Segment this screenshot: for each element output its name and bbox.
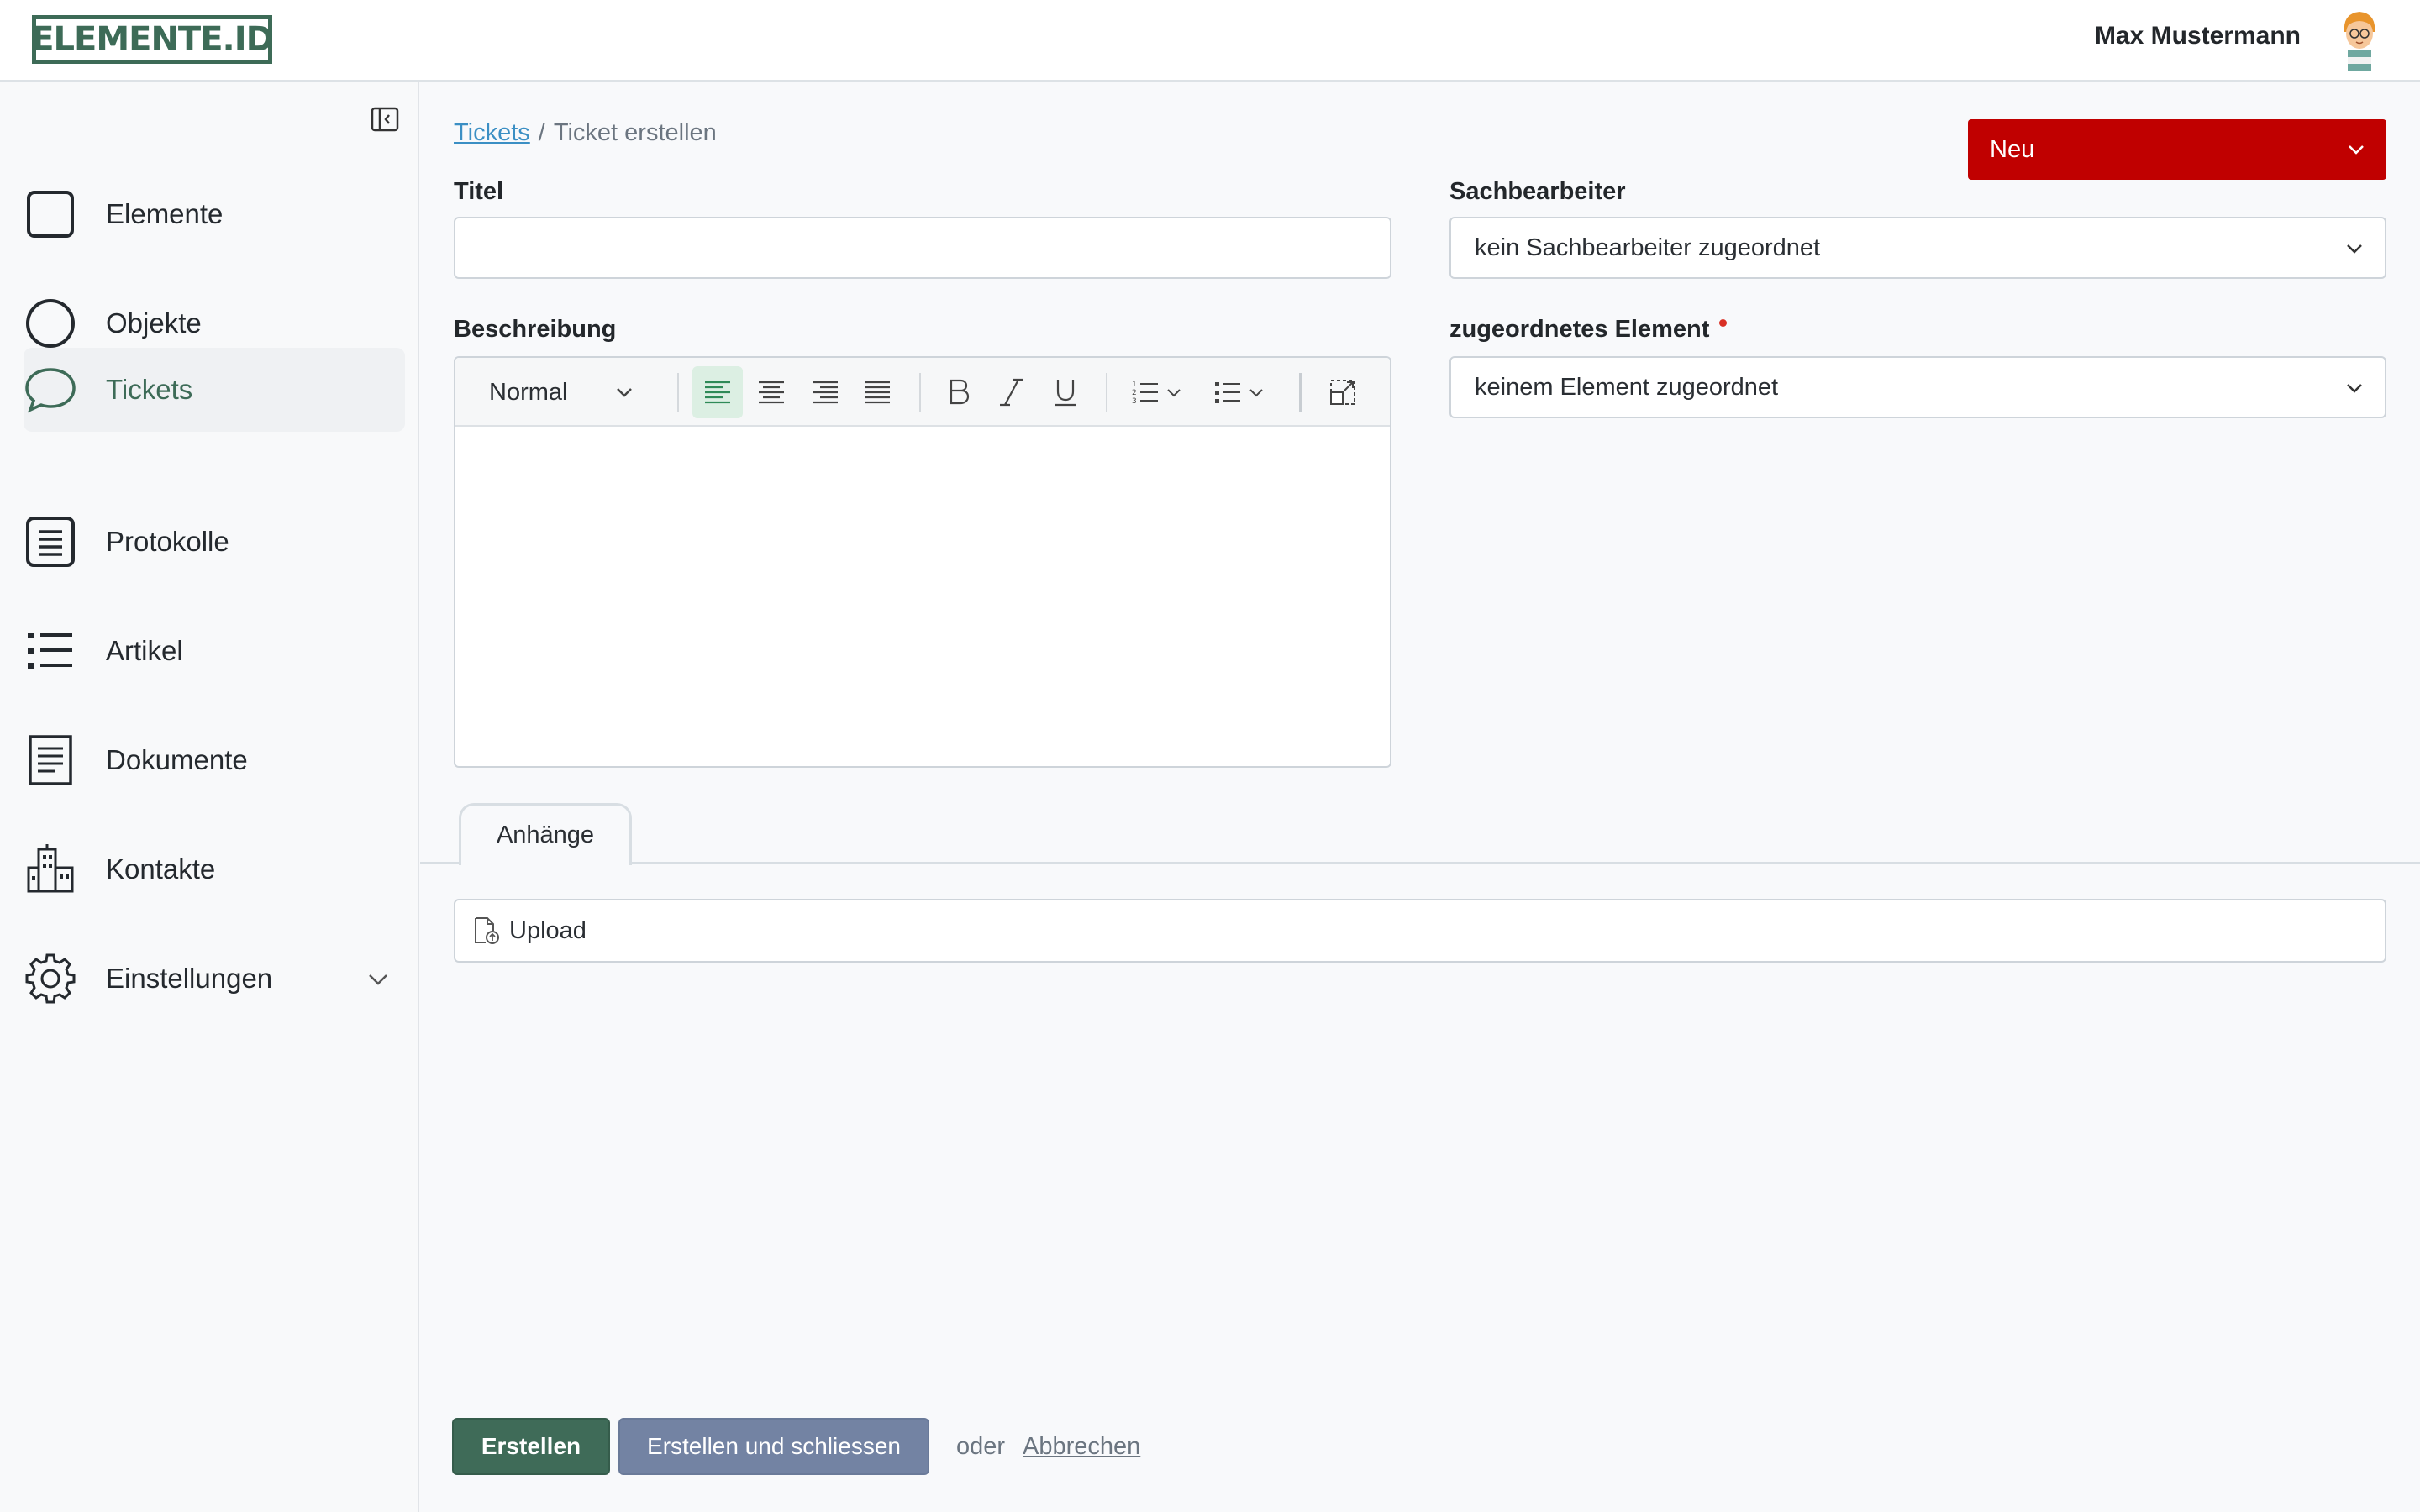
bullet-list-icon xyxy=(1215,382,1240,403)
svg-text:1: 1 xyxy=(1132,381,1137,389)
bold-icon xyxy=(950,379,970,405)
create-button[interactable]: Erstellen xyxy=(452,1418,610,1475)
toolbar-divider xyxy=(1299,373,1302,412)
sidebar-item-label: Elemente xyxy=(106,198,224,229)
logo[interactable]: ELEMENTE.ID xyxy=(31,15,274,64)
sidebar-item-label: Artikel xyxy=(106,635,183,666)
status-value: Neu xyxy=(1990,135,2035,163)
top-bar: ELEMENTE.ID Max Mustermann xyxy=(0,0,2420,82)
sidebar-item-label: Protokolle xyxy=(106,526,229,557)
ordered-list-button[interactable]: 1 2 3 xyxy=(1121,366,1192,418)
ordered-list-icon: 1 2 3 xyxy=(1132,381,1158,406)
align-right-icon xyxy=(813,381,838,404)
required-indicator xyxy=(1719,319,1728,327)
description-label: Beschreibung xyxy=(454,316,617,343)
chevron-down-icon xyxy=(1167,389,1181,397)
element-label-text: zugeordnetes Element xyxy=(1449,316,1710,343)
sidebar-item-label: Einstellungen xyxy=(106,963,273,994)
sidebar-item-elemente[interactable]: Elemente xyxy=(24,173,405,255)
sidebar-collapse-icon[interactable] xyxy=(370,104,400,134)
format-value: Normal xyxy=(489,378,568,406)
tab-bar-divider xyxy=(420,862,2420,864)
upload-label: Upload xyxy=(509,916,587,944)
assignee-value: kein Sachbearbeiter zugeordnet xyxy=(1475,234,1821,261)
align-justify-button[interactable] xyxy=(852,366,902,418)
bold-button[interactable] xyxy=(933,366,983,418)
chevron-down-icon xyxy=(2347,244,2362,254)
format-select[interactable]: Normal xyxy=(489,366,634,418)
align-left-icon xyxy=(705,381,730,404)
assignee-label: Sachbearbeiter xyxy=(1449,178,1626,205)
bullet-list-icon xyxy=(28,633,72,669)
breadcrumb: Tickets / Ticket erstellen xyxy=(454,119,717,147)
or-text: oder xyxy=(956,1433,1006,1460)
sidebar-item-label: Kontakte xyxy=(106,853,216,885)
align-center-button[interactable] xyxy=(746,366,797,418)
fullscreen-button[interactable] xyxy=(1318,366,1368,418)
editor-toolbar: Normal 1 2 3 xyxy=(455,358,1390,427)
circle-icon xyxy=(26,299,75,348)
chevron-down-icon xyxy=(1249,389,1263,397)
document-icon xyxy=(29,735,72,785)
underline-button[interactable] xyxy=(1040,366,1091,418)
avatar[interactable] xyxy=(2336,7,2383,74)
svg-text:2: 2 xyxy=(1132,389,1137,397)
bullet-list-button[interactable] xyxy=(1203,366,1274,418)
cancel-link[interactable]: Abbrechen xyxy=(1023,1433,1140,1461)
assignee-select[interactable]: kein Sachbearbeiter zugeordnet xyxy=(1449,217,2386,279)
sidebar-item-label: Tickets xyxy=(106,374,193,405)
create-and-close-button[interactable]: Erstellen und schliessen xyxy=(618,1418,929,1475)
user-name[interactable]: Max Mustermann xyxy=(2095,22,2301,50)
gear-icon xyxy=(25,953,76,1004)
upload-field[interactable]: Upload xyxy=(454,899,2386,963)
chevron-down-icon xyxy=(2347,384,2362,393)
chevron-down-icon xyxy=(617,388,633,397)
align-right-button[interactable] xyxy=(800,366,850,418)
title-label: Titel xyxy=(454,178,504,205)
sidebar-item-einstellungen[interactable]: Einstellungen xyxy=(24,937,405,1020)
breadcrumb-separator: / xyxy=(538,119,545,146)
sidebar-item-artikel[interactable]: Artikel xyxy=(24,610,405,692)
toolbar-divider xyxy=(919,373,921,412)
sidebar-item-dokumente[interactable]: Dokumente xyxy=(24,719,405,801)
sidebar-item-label: Objekte xyxy=(106,307,202,339)
element-label: zugeordnetes Element xyxy=(1449,316,1728,344)
file-upload-icon xyxy=(475,917,499,944)
status-select[interactable]: Neu xyxy=(1968,119,2386,180)
underline-icon xyxy=(1055,380,1076,407)
chevron-down-icon[interactable] xyxy=(366,968,390,991)
expand-icon xyxy=(1330,380,1355,405)
element-select[interactable]: keinem Element zugeordnet xyxy=(1449,356,2386,418)
italic-icon xyxy=(1000,378,1023,407)
sidebar-item-protokolle[interactable]: Protokolle xyxy=(24,501,405,583)
toolbar-divider xyxy=(677,373,679,412)
element-value: keinem Element zugeordnet xyxy=(1475,373,1779,401)
svg-text:3: 3 xyxy=(1132,397,1137,406)
chevron-down-icon xyxy=(2349,145,2364,155)
tab-anhaenge[interactable]: Anhänge xyxy=(459,803,632,865)
align-justify-icon xyxy=(865,381,890,404)
building-icon xyxy=(27,844,74,893)
sidebar-item-label: Dokumente xyxy=(106,744,248,775)
chat-bubble-icon xyxy=(25,368,76,413)
title-input[interactable] xyxy=(454,217,1392,279)
sidebar: Elemente Objekte Tickets Protokolle Arti… xyxy=(0,82,419,1512)
italic-button[interactable] xyxy=(986,366,1037,418)
toolbar-divider xyxy=(1106,373,1107,412)
align-left-button[interactable] xyxy=(692,366,743,418)
square-icon xyxy=(27,191,74,238)
breadcrumb-current: Ticket erstellen xyxy=(553,119,717,146)
sidebar-item-kontakte[interactable]: Kontakte xyxy=(24,828,405,911)
protocol-list-icon xyxy=(26,517,75,567)
align-center-icon xyxy=(759,381,784,404)
description-editor[interactable]: Normal 1 2 3 xyxy=(454,356,1392,768)
breadcrumb-link-tickets[interactable]: Tickets xyxy=(454,119,530,146)
sidebar-item-tickets[interactable]: Tickets xyxy=(24,348,405,432)
